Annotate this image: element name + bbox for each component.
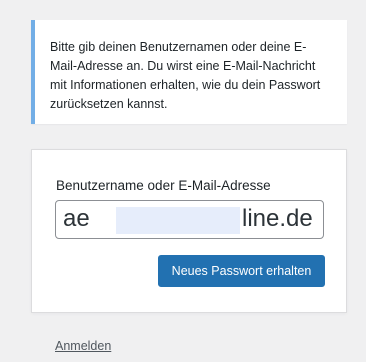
username-value-suffix: line.de <box>242 205 313 232</box>
get-new-password-button[interactable]: Neues Passwort erhalten <box>158 255 325 287</box>
login-link[interactable]: Anmelden <box>55 339 111 353</box>
username-value-prefix: ae <box>63 205 90 232</box>
notice-message: Bitte gib deinen Benutzernamen oder dein… <box>50 40 321 111</box>
redacted-region <box>116 207 240 234</box>
username-input[interactable]: ae line.de <box>55 200 324 239</box>
info-notice: Bitte gib deinen Benutzernamen oder dein… <box>31 20 347 124</box>
lost-password-form: Benutzername oder E-Mail-Adresse ae line… <box>31 149 347 313</box>
username-label: Benutzername oder E-Mail-Adresse <box>56 178 271 193</box>
